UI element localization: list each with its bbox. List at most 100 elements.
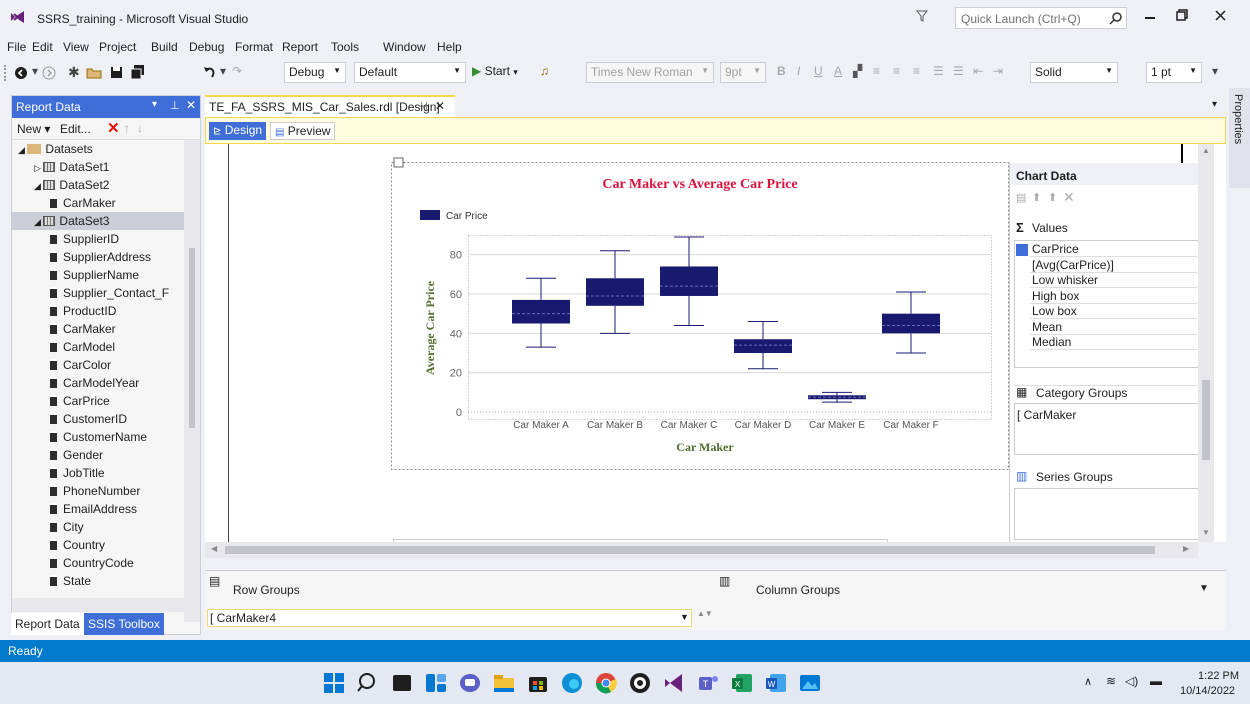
- back-dropdown-icon[interactable]: ▾: [32, 64, 38, 82]
- expand-arrow-icon[interactable]: ▷: [34, 163, 43, 173]
- field-item[interactable]: CarMaker: [50, 194, 116, 212]
- wifi-icon[interactable]: ≋: [1106, 674, 1116, 688]
- close-button[interactable]: [1215, 10, 1226, 21]
- browser-link-icon[interactable]: ♫: [540, 64, 549, 82]
- open-folder-icon[interactable]: [86, 66, 102, 79]
- design-tab[interactable]: ⊵ Design: [209, 122, 267, 140]
- field-item[interactable]: CustomerID: [50, 410, 127, 428]
- field-item[interactable]: CustomerName: [50, 428, 147, 446]
- undo-icon[interactable]: [203, 65, 217, 79]
- new-button[interactable]: New ▾: [17, 122, 50, 136]
- task-view-icon[interactable]: [390, 671, 414, 695]
- minimize-button[interactable]: [1145, 17, 1155, 19]
- chart-title[interactable]: Car Maker vs Average Car Price: [602, 177, 797, 192]
- new-project-icon[interactable]: ✱: [68, 64, 80, 82]
- canvas-hscroll-thumb[interactable]: [225, 546, 1155, 554]
- datasets-folder[interactable]: ◢ Datasets: [18, 140, 93, 158]
- menu-format[interactable]: Format: [235, 40, 273, 54]
- widgets-icon[interactable]: [424, 671, 448, 695]
- menu-help[interactable]: Help: [437, 40, 462, 54]
- numbering-icon[interactable]: ☰: [953, 64, 964, 82]
- filter-icon[interactable]: [916, 10, 928, 22]
- menu-tools[interactable]: Tools: [331, 40, 359, 54]
- field-item[interactable]: Supplier_Contact_F: [50, 284, 169, 302]
- excel-icon[interactable]: X: [730, 671, 754, 695]
- document-tab[interactable]: TE_FA_SSRS_MIS_Car_Sales.rdl [Design] ⊣ …: [205, 95, 455, 117]
- value-property-item[interactable]: Low box: [1030, 304, 1197, 319]
- chart-move-up-icon[interactable]: ⬆: [1032, 191, 1041, 204]
- value-property-item[interactable]: [Avg(CarPrice)]: [1030, 258, 1197, 273]
- tab-ssis-toolbox[interactable]: SSIS Toolbox: [84, 613, 164, 635]
- field-item[interactable]: PhoneNumber: [50, 482, 140, 500]
- edge-icon[interactable]: [560, 671, 584, 695]
- field-item[interactable]: EmailAddress: [50, 500, 137, 518]
- tree-scrollbar[interactable]: [184, 140, 200, 622]
- row-group-dropdown-icon[interactable]: ▼: [680, 612, 689, 622]
- field-item[interactable]: SupplierAddress: [50, 248, 151, 266]
- field-item[interactable]: CarModel: [50, 338, 115, 356]
- dataset-item[interactable]: ◢ DataSet2: [34, 176, 109, 194]
- pin-tab-icon[interactable]: ⊣: [418, 100, 428, 113]
- tray-chevron-icon[interactable]: ∧: [1084, 675, 1092, 688]
- store-icon[interactable]: [526, 671, 550, 695]
- canvas-hscrollbar[interactable]: ◀ ▶: [205, 542, 1198, 558]
- field-item[interactable]: JobTitle: [50, 464, 105, 482]
- file-explorer-icon[interactable]: [492, 671, 516, 695]
- edit-button[interactable]: Edit...: [60, 122, 91, 136]
- solution-configuration-select[interactable]: Debug ▼: [284, 62, 346, 83]
- menu-view[interactable]: View: [63, 40, 89, 54]
- canvas-vscroll-thumb[interactable]: [1202, 380, 1210, 460]
- chart-delete-icon[interactable]: ✕: [1063, 189, 1075, 206]
- field-item[interactable]: State: [50, 572, 91, 590]
- field-item[interactable]: CarModelYear: [50, 374, 139, 392]
- move-up-icon[interactable]: ↑: [124, 121, 130, 135]
- menu-window[interactable]: Window: [383, 40, 426, 54]
- tree-scroll-thumb[interactable]: [189, 248, 195, 428]
- search-icon[interactable]: [1109, 11, 1123, 25]
- clock-date[interactable]: 10/14/2022: [1180, 685, 1235, 697]
- volume-icon[interactable]: ◁): [1125, 674, 1138, 688]
- menu-edit[interactable]: Edit: [32, 40, 53, 54]
- category-groups-list[interactable]: [ CarMaker: [1014, 403, 1199, 455]
- visual-studio-taskbar-icon[interactable]: [662, 671, 686, 695]
- back-icon[interactable]: [14, 66, 28, 80]
- taskbar-search-icon[interactable]: [356, 671, 380, 695]
- panel-menu-icon[interactable]: ▾: [152, 99, 157, 110]
- properties-sidebar-tab[interactable]: Properties: [1229, 88, 1250, 188]
- photos-icon[interactable]: [798, 671, 822, 695]
- menu-report[interactable]: Report: [282, 40, 318, 54]
- field-item[interactable]: CarPrice: [50, 392, 110, 410]
- border-style-select[interactable]: Solid ▼: [1030, 62, 1118, 83]
- panel-close-icon[interactable]: ✕: [186, 98, 196, 112]
- menu-debug[interactable]: Debug: [189, 40, 224, 54]
- redo-icon[interactable]: ↷: [232, 64, 242, 82]
- field-item[interactable]: CarColor: [50, 356, 111, 374]
- font-size-select[interactable]: 9pt ▼: [720, 62, 766, 83]
- battery-icon[interactable]: ▬: [1150, 674, 1162, 688]
- font-family-select[interactable]: Times New Roman ▼: [586, 62, 714, 83]
- bold-icon[interactable]: B: [777, 64, 786, 82]
- chrome-icon[interactable]: [594, 671, 618, 695]
- field-item[interactable]: ProductID: [50, 302, 116, 320]
- align-center-icon[interactable]: ≡: [893, 64, 900, 82]
- field-item[interactable]: CountryCode: [50, 554, 134, 572]
- document-close-icon[interactable]: ✕: [435, 99, 445, 113]
- start-icon[interactable]: [322, 671, 346, 695]
- value-series-item[interactable]: CarPrice: [1030, 242, 1197, 257]
- teams-icon[interactable]: T: [696, 671, 720, 695]
- align-right-icon[interactable]: ≡: [913, 64, 920, 82]
- value-property-item[interactable]: Low whisker: [1030, 273, 1197, 288]
- font-color-icon[interactable]: A: [834, 64, 842, 82]
- chart-properties-icon[interactable]: ▤: [1016, 191, 1026, 204]
- tab-report-data[interactable]: Report Data: [11, 613, 84, 635]
- increase-indent-icon[interactable]: ⇥: [993, 64, 1003, 82]
- bullets-icon[interactable]: ☰: [933, 64, 944, 82]
- restore-button[interactable]: [1176, 9, 1188, 21]
- y-axis-title[interactable]: Average Car Price: [423, 280, 437, 375]
- field-item[interactable]: Gender: [50, 446, 103, 464]
- dataset-item[interactable]: ◢ DataSet3: [12, 212, 184, 230]
- field-item[interactable]: CarMaker: [50, 320, 116, 338]
- category-group-item[interactable]: [ CarMaker: [1017, 408, 1076, 422]
- menu-build[interactable]: Build: [151, 40, 178, 54]
- save-all-icon[interactable]: [130, 65, 145, 80]
